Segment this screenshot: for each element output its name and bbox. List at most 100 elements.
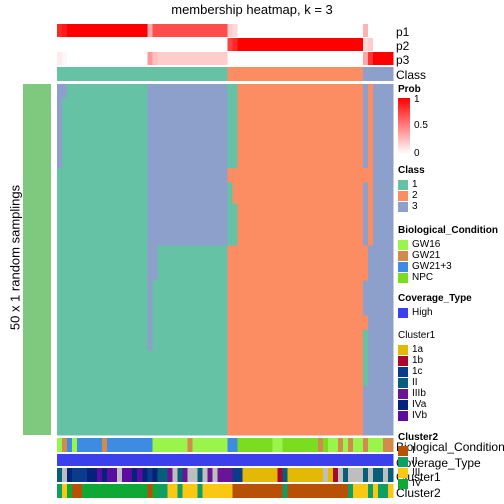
annotation-cell-p1 [317, 24, 324, 37]
heatmap-cell [82, 126, 88, 134]
heatmap-cell [197, 294, 203, 302]
heatmap-cell [267, 238, 273, 246]
heatmap-cell [212, 133, 218, 141]
annotation-cell-cluster1 [97, 468, 103, 482]
heatmap-cell [142, 259, 148, 267]
heatmap-cell [182, 245, 188, 253]
annotation-cell-cluster2 [212, 484, 218, 498]
heatmap-cell [277, 210, 283, 218]
heatmap-cell [117, 392, 123, 401]
heatmap-cell [282, 196, 288, 204]
heatmap-cell [87, 392, 93, 401]
heatmap-cell [247, 196, 253, 204]
heatmap-cell [162, 182, 168, 190]
heatmap-cell [82, 84, 88, 92]
heatmap-cell [292, 371, 299, 380]
heatmap-cell [137, 266, 143, 274]
heatmap-cell [72, 357, 78, 366]
heatmap-cell [192, 189, 198, 197]
heatmap-cell [67, 126, 73, 134]
heatmap-cell [202, 189, 208, 197]
heatmap-cell [342, 322, 349, 330]
heatmap-cell [287, 308, 294, 316]
heatmap-cell [107, 84, 113, 92]
heatmap-cell [342, 280, 349, 288]
heatmap-cell [132, 280, 138, 288]
heatmap-cell [382, 203, 389, 211]
heatmap-cell [147, 224, 153, 232]
heatmap-cell [262, 392, 268, 401]
annotation-cell-class [317, 67, 324, 81]
heatmap-cell [387, 245, 394, 253]
heatmap-cell [227, 273, 233, 281]
heatmap-cell [222, 189, 228, 197]
heatmap-cell [192, 252, 198, 260]
heatmap-cell [207, 350, 213, 359]
heatmap-cell [127, 112, 133, 120]
heatmap-cell [347, 210, 354, 218]
heatmap-cell [337, 266, 344, 274]
heatmap-cell [177, 238, 183, 246]
heatmap-cell [227, 266, 233, 274]
heatmap-cell [287, 154, 294, 162]
annotation-cell-biological-condition [262, 438, 268, 452]
annotation-cell-cluster1 [237, 468, 243, 482]
heatmap-cell [382, 343, 389, 352]
heatmap-cell [277, 329, 283, 338]
heatmap-cell [177, 343, 183, 352]
heatmap-cell [377, 245, 384, 253]
heatmap-cell [277, 245, 283, 253]
heatmap-cell [362, 259, 369, 267]
heatmap-cell [347, 413, 354, 422]
legend-item: IIIb [398, 388, 435, 399]
heatmap-cell [62, 182, 68, 190]
heatmap-cell [172, 231, 178, 239]
heatmap-cell [347, 245, 354, 253]
heatmap-cell [262, 336, 268, 345]
annotation-cell-cluster1 [187, 468, 193, 482]
annotation-cell-cluster1 [367, 468, 374, 482]
annotation-cell-coverage-type [177, 454, 183, 466]
heatmap-cell [262, 112, 268, 120]
heatmap-cell [277, 385, 283, 394]
heatmap-cell [257, 91, 263, 99]
heatmap-cell [192, 175, 198, 183]
heatmap-cell [332, 203, 339, 211]
heatmap-cell [122, 420, 128, 429]
heatmap-cell [297, 371, 304, 380]
heatmap-cell [92, 147, 98, 155]
annotation-cell-coverage-type [272, 454, 278, 466]
heatmap-cell [387, 259, 394, 267]
heatmap-cell [387, 84, 394, 92]
heatmap-cell [72, 406, 78, 415]
heatmap-cell [237, 133, 243, 141]
heatmap-cell [107, 259, 113, 267]
heatmap-cell [307, 280, 314, 288]
heatmap-cell [322, 133, 329, 141]
heatmap-cell [142, 210, 148, 218]
annotation-cell-class [307, 67, 314, 81]
heatmap-cell [387, 98, 394, 106]
heatmap-cell [202, 245, 208, 253]
heatmap-cell [277, 350, 283, 359]
heatmap-cell [57, 357, 63, 366]
heatmap-cell [102, 308, 108, 316]
annotation-cell-p1 [112, 24, 118, 37]
heatmap-cell [67, 112, 73, 120]
heatmap-cell [242, 364, 248, 373]
heatmap-cell [267, 175, 273, 183]
heatmap-cell [362, 308, 369, 316]
row-label-p3: p3 [396, 53, 410, 67]
heatmap-cell [352, 392, 359, 401]
annotation-cell-coverage-type [207, 454, 213, 466]
heatmap-cell [187, 392, 193, 401]
heatmap-cell [172, 280, 178, 288]
heatmap-cell [227, 189, 233, 197]
annotation-cell-p3 [142, 52, 148, 65]
heatmap-cell [62, 154, 68, 162]
annotation-cell-class [142, 67, 148, 81]
annotation-cell-cluster2 [267, 484, 273, 498]
heatmap-cell [327, 98, 334, 106]
heatmap-cell [87, 203, 93, 211]
heatmap-cell [177, 119, 183, 127]
